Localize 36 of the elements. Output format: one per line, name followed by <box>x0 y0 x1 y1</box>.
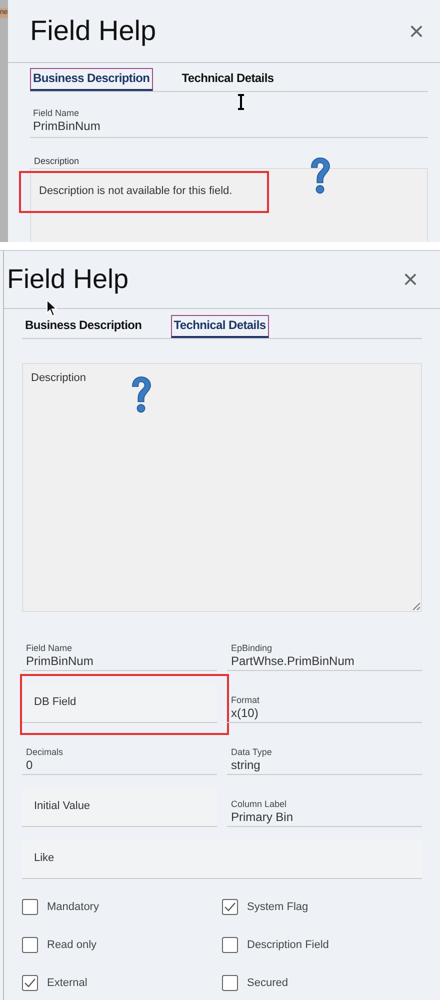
description-text: Description is not available for this field. <box>39 185 232 197</box>
checkbox-option[interactable]: Secured <box>222 975 422 991</box>
checkbox-option[interactable]: External <box>22 975 222 991</box>
input-field[interactable]: Column Label Primary Bin <box>227 792 422 827</box>
description-textarea[interactable]: Description <box>22 363 422 612</box>
input-field[interactable]: Format x(10) <box>227 688 422 723</box>
checkbox[interactable] <box>222 899 238 915</box>
checkbox[interactable] <box>222 937 238 953</box>
input-field[interactable]: Data Type string <box>227 740 422 775</box>
checkbox[interactable] <box>222 975 238 991</box>
close-button[interactable]: × <box>398 264 422 295</box>
checkbox[interactable] <box>22 899 38 915</box>
field-name-field[interactable]: Field Name PrimBinNum <box>30 102 428 138</box>
checkbox[interactable] <box>22 937 38 953</box>
tab[interactable]: Technical Details <box>178 68 277 91</box>
input-field[interactable]: EpBinding PartWhse.PrimBinNum <box>227 636 422 671</box>
checkbox[interactable] <box>22 975 38 991</box>
tab[interactable]: Technical Details <box>170 315 269 338</box>
input-field[interactable]: Field Name PrimBinNum <box>22 636 217 671</box>
checkbox-option[interactable]: Mandatory <box>22 899 222 915</box>
input-field[interactable]: Like <box>22 840 422 879</box>
resize-grip-icon[interactable] <box>412 602 420 610</box>
checkbox-option[interactable]: System Flag <box>222 899 422 915</box>
input-field[interactable]: DB Field <box>22 684 217 723</box>
dialog-title: Field Help <box>7 264 129 295</box>
text-cursor-icon <box>237 94 245 110</box>
tab[interactable]: Business Description <box>22 315 145 338</box>
close-button[interactable]: × <box>404 16 428 46</box>
checkbox-option[interactable]: Read only <box>22 937 222 953</box>
pointer-cursor-icon <box>46 299 58 317</box>
tab[interactable]: Business Description <box>30 68 153 91</box>
description-label: Description <box>33 156 80 166</box>
input-field[interactable]: Initial Value <box>22 788 217 827</box>
input-field[interactable]: Decimals 0 <box>22 740 217 775</box>
dialog-title: Field Help <box>30 15 156 47</box>
checkbox-option[interactable]: Description Field <box>222 937 422 953</box>
